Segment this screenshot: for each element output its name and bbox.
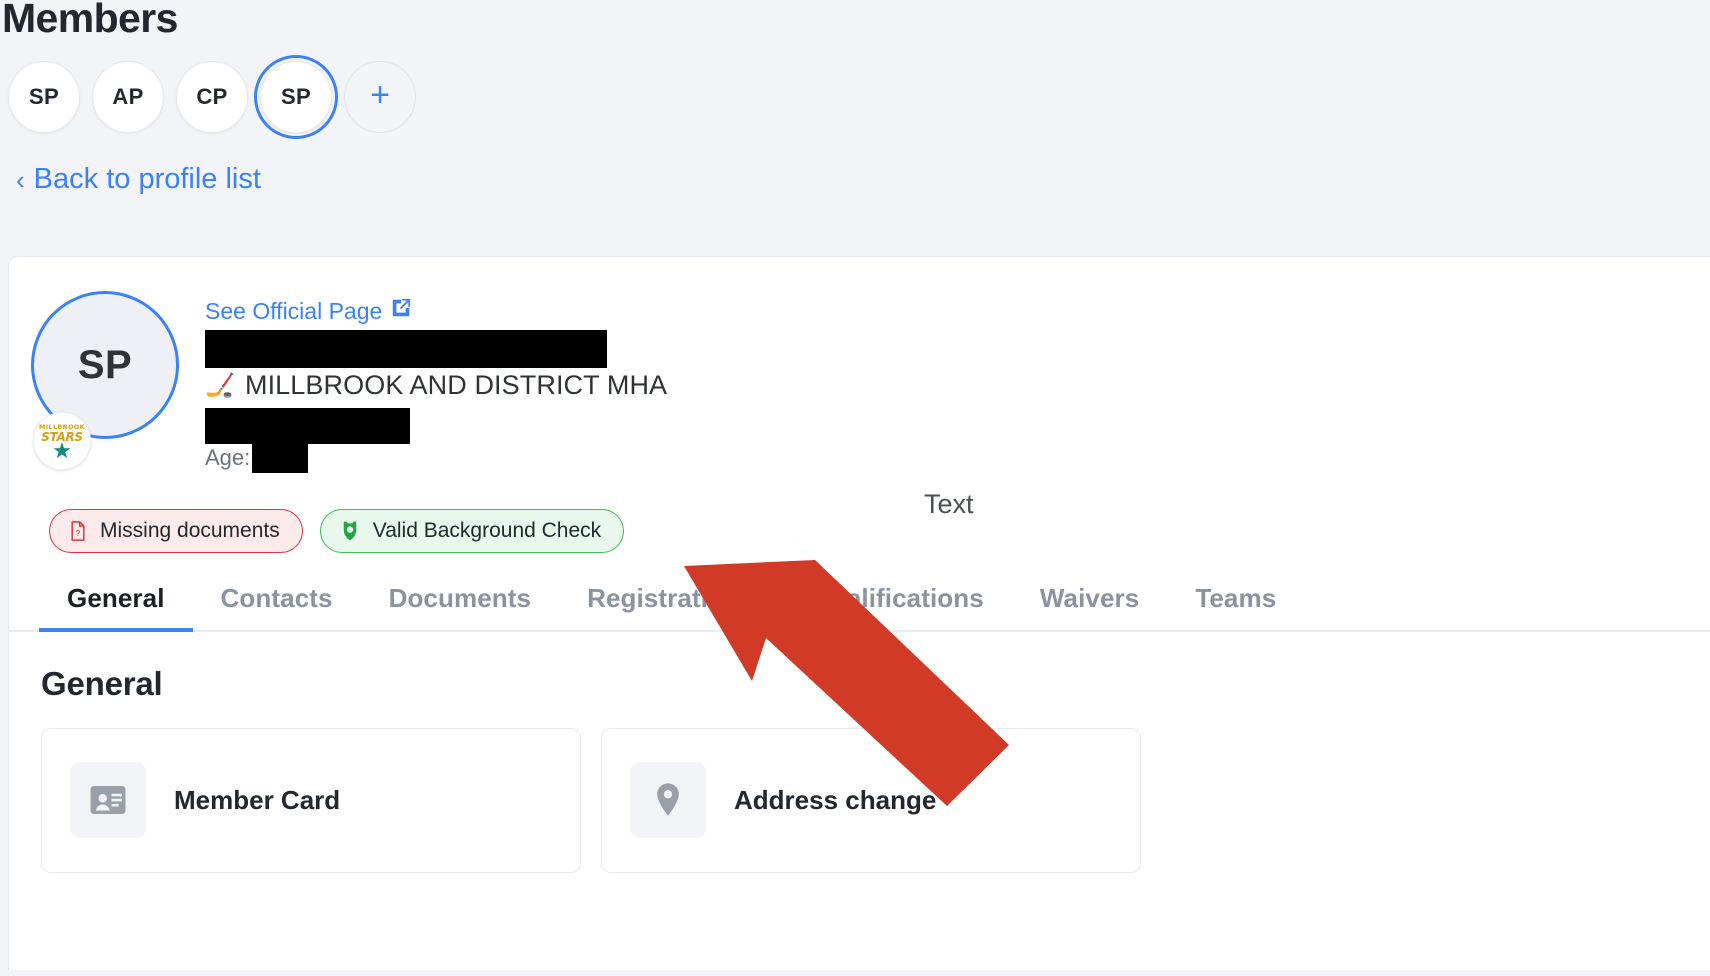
- member-chip-initials: CP: [196, 84, 228, 110]
- id-card-icon: [70, 762, 146, 839]
- back-link-label: Back to profile list: [33, 163, 261, 196]
- tab-teams[interactable]: Teams: [1167, 583, 1304, 630]
- add-member-button[interactable]: +: [344, 61, 416, 134]
- member-chip-3[interactable]: CP: [176, 61, 248, 134]
- hockey-stick-icon: 🏒: [205, 371, 235, 399]
- chevron-left-icon: ‹: [16, 164, 25, 195]
- status-badge-valid-background-check[interactable]: Valid Background Check: [319, 508, 625, 553]
- age-label: Age:: [205, 445, 251, 471]
- see-official-page-label: See Official Page: [205, 297, 383, 324]
- status-badge-missing-documents[interactable]: ? Missing documents: [49, 508, 303, 553]
- tab-registrations[interactable]: Registrations: [559, 583, 782, 630]
- member-chip-initials: AP: [112, 84, 144, 110]
- see-official-page-link[interactable]: See Official Page: [205, 297, 412, 325]
- card-address-change[interactable]: Address change: [601, 727, 1141, 873]
- tab-label: Waivers: [1039, 582, 1140, 613]
- tab-label: Documents: [388, 582, 532, 613]
- map-pin-icon: [630, 762, 706, 839]
- club-logo-badge: MILLBROOK STARS ★: [33, 411, 91, 470]
- star-icon: ★: [52, 438, 72, 463]
- avatar-initials: SP: [77, 342, 133, 387]
- status-badge-label: Missing documents: [100, 518, 280, 542]
- general-card-grid: Member Card Address change: [9, 703, 1710, 873]
- tab-documents[interactable]: Documents: [361, 583, 559, 630]
- redacted-detail: [205, 407, 410, 444]
- member-detail-panel: SP MILLBROOK STARS ★ See Official Page 🏒…: [8, 256, 1710, 970]
- redacted-member-name: [205, 330, 607, 368]
- card-label: Address change: [734, 784, 937, 815]
- tab-qualifications[interactable]: Qualifications: [783, 583, 1012, 630]
- back-to-profile-list-link[interactable]: ‹ Back to profile list: [0, 163, 261, 196]
- member-tabs: General Contacts Documents Registrations…: [9, 553, 1710, 632]
- tab-label: Qualifications: [810, 582, 984, 613]
- section-title-general: General: [41, 664, 163, 702]
- status-badge-row: ? Missing documents Valid Background Che…: [9, 473, 1710, 553]
- member-chip-initials: SP: [29, 84, 59, 110]
- tab-label: Contacts: [220, 582, 333, 613]
- tab-waivers[interactable]: Waivers: [1012, 583, 1167, 630]
- profile-info: See Official Page 🏒 MILLBROOK AND DISTRI…: [205, 291, 667, 473]
- page-title: Members: [2, 0, 178, 41]
- card-label: Member Card: [174, 784, 341, 815]
- card-member-card[interactable]: Member Card: [41, 727, 581, 873]
- member-chip-4-selected[interactable]: SP: [254, 55, 338, 140]
- member-switcher: SP AP CP SP +: [0, 55, 1710, 140]
- member-chip-initials: SP: [281, 84, 311, 110]
- tab-contacts[interactable]: Contacts: [193, 583, 361, 630]
- club-name: MILLBROOK AND DISTRICT MHA: [244, 370, 668, 400]
- tab-label: General: [67, 582, 165, 613]
- age-row: Age:: [205, 443, 667, 473]
- profile-header: SP MILLBROOK STARS ★ See Official Page 🏒…: [9, 257, 1710, 473]
- profile-avatar-wrap: SP MILLBROOK STARS ★: [31, 291, 183, 473]
- svg-text:?: ?: [76, 528, 81, 538]
- redacted-age-value: [252, 443, 309, 473]
- member-chip-1[interactable]: SP: [8, 61, 80, 134]
- tab-label: Registrations: [587, 582, 755, 613]
- annotation-text: Text: [924, 489, 974, 519]
- tab-label: Teams: [1195, 582, 1277, 613]
- status-badge-label: Valid Background Check: [372, 518, 602, 542]
- tab-general[interactable]: General: [39, 582, 193, 632]
- club-affiliation: 🏒 MILLBROOK AND DISTRICT MHA: [205, 369, 667, 403]
- police-badge-icon: [339, 519, 361, 542]
- file-question-icon: ?: [68, 520, 88, 542]
- member-chip-2[interactable]: AP: [92, 61, 164, 134]
- external-link-icon: [390, 297, 412, 325]
